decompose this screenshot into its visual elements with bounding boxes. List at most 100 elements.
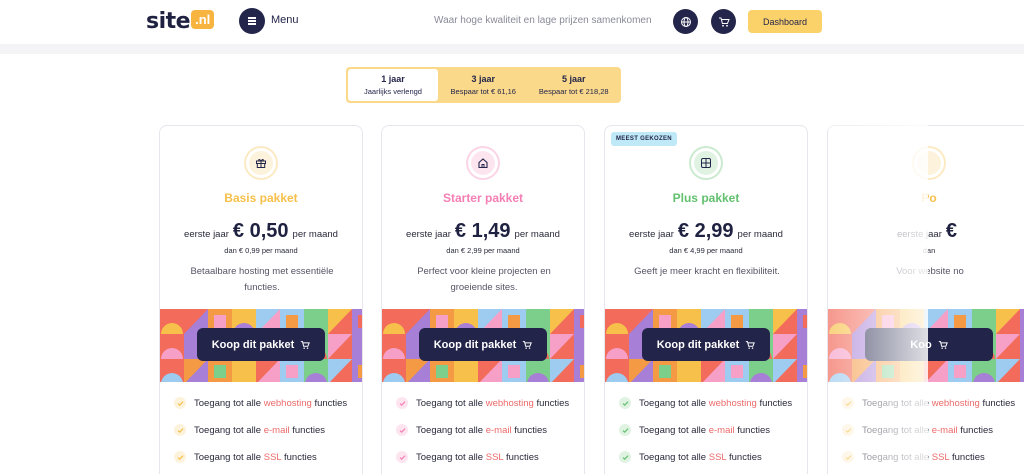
feature-text: Toegang tot alle e-mail functies bbox=[639, 423, 770, 439]
price-suffix: per maand bbox=[292, 229, 338, 240]
price-row: eerste jaar € 2,99 per maand bbox=[605, 220, 807, 243]
feature-prefix: Toegang tot alle bbox=[639, 398, 707, 409]
feature-item: Toegang tot alle webhosting functies bbox=[396, 396, 576, 412]
period-subtitle: Bespaar tot € 218,28 bbox=[538, 87, 609, 96]
check-icon bbox=[396, 397, 408, 409]
check-icon bbox=[174, 451, 186, 463]
feature-prefix: Toegang tot alle bbox=[639, 452, 707, 463]
check-icon bbox=[619, 424, 631, 436]
price-prefix: eerste jaar bbox=[184, 229, 229, 240]
feature-item: Toegang tot alle SSL functies bbox=[619, 450, 799, 466]
renewal-price: dan € 4,99 per maand bbox=[669, 246, 743, 255]
header-divider bbox=[0, 44, 1024, 54]
plan-description: Geeft je meer kracht en flexibiliteit. bbox=[634, 266, 780, 277]
menu-label[interactable]: Menu bbox=[271, 14, 299, 26]
feature-suffix: functies bbox=[951, 452, 985, 463]
feature-text: Toegang tot alle e-mail functies bbox=[194, 423, 325, 439]
logo[interactable]: site .nl bbox=[146, 8, 215, 34]
price-amount: € 2,99 bbox=[677, 220, 734, 242]
feature-prefix: Toegang tot alle bbox=[416, 425, 484, 436]
feature-suffix: functies bbox=[960, 425, 993, 436]
check-icon bbox=[396, 424, 408, 436]
logo-text: site bbox=[146, 8, 191, 34]
price-amount: € 0,50 bbox=[232, 220, 289, 242]
period-5-years[interactable]: 5 jaar Bespaar tot € 218,28 bbox=[529, 69, 620, 101]
feature-suffix: functies bbox=[737, 425, 770, 436]
check-icon bbox=[174, 397, 186, 409]
check-icon bbox=[396, 451, 408, 463]
feature-highlight[interactable]: e-mail bbox=[486, 425, 512, 436]
feature-suffix: functies bbox=[505, 452, 539, 463]
cart-button[interactable] bbox=[711, 9, 736, 34]
price-suffix: per maand bbox=[514, 229, 560, 240]
feature-highlight[interactable]: e-mail bbox=[709, 425, 735, 436]
feature-item: Toegang tot alle webhosting functies bbox=[619, 396, 799, 412]
period-toggle: 1 jaar Jaarlijks verlengd 3 jaar Bespaar… bbox=[346, 67, 621, 103]
feature-list: Toegang tot alle webhosting functies Toe… bbox=[396, 396, 576, 474]
gift-icon bbox=[249, 151, 273, 175]
cart-icon bbox=[938, 340, 948, 349]
feature-highlight[interactable]: e-mail bbox=[932, 425, 958, 436]
feature-highlight[interactable]: webhosting bbox=[264, 398, 312, 409]
feature-highlight[interactable]: webhosting bbox=[932, 398, 980, 409]
feature-highlight[interactable]: SSL bbox=[709, 452, 727, 463]
logo-suffix: .nl bbox=[191, 9, 215, 29]
site-header: site .nl Menu Waar hoge kwaliteit en lag… bbox=[0, 0, 1024, 44]
cart-icon bbox=[301, 340, 311, 349]
feature-highlight[interactable]: SSL bbox=[932, 452, 950, 463]
feature-highlight[interactable]: webhosting bbox=[486, 398, 534, 409]
check-icon bbox=[619, 451, 631, 463]
plan-description: Perfect voor kleine projecten en groeien… bbox=[417, 266, 551, 293]
feature-suffix: functies bbox=[292, 425, 325, 436]
feature-item: Toegang tot alle e-mail functies bbox=[396, 423, 576, 439]
feature-prefix: Toegang tot alle bbox=[416, 452, 484, 463]
feature-item: Toegang tot alle e-mail functies bbox=[174, 423, 354, 439]
price-prefix: eerste jaar bbox=[629, 229, 674, 240]
plan-name: Starter pakket bbox=[442, 191, 524, 205]
feature-highlight[interactable]: webhosting bbox=[709, 398, 757, 409]
carousel-fade bbox=[828, 120, 928, 474]
language-button[interactable] bbox=[673, 9, 698, 34]
feature-prefix: Toegang tot alle bbox=[639, 425, 707, 436]
buy-plan-button[interactable]: Koop dit pakket bbox=[642, 328, 770, 361]
plan-card: Starter pakket eerste jaar € 1,49 per ma… bbox=[381, 125, 585, 474]
buy-button-label: Koop dit pakket bbox=[433, 338, 517, 351]
period-3-years[interactable]: 3 jaar Bespaar tot € 61,16 bbox=[438, 69, 529, 101]
buy-plan-button[interactable]: Koop dit pakket bbox=[419, 328, 547, 361]
feature-text: Toegang tot alle e-mail functies bbox=[416, 423, 547, 439]
plan-description: Betaalbare hosting met essentiële functi… bbox=[190, 266, 334, 293]
feature-item: Toegang tot alle SSL functies bbox=[396, 450, 576, 466]
plan-name: Plus pakket bbox=[672, 191, 740, 205]
feature-suffix: functies bbox=[314, 398, 348, 409]
feature-text: Toegang tot alle webhosting functies bbox=[194, 396, 347, 412]
price-suffix: per maand bbox=[737, 229, 783, 240]
plan-name: Basis pakket bbox=[224, 191, 298, 205]
feature-text: Toegang tot alle SSL functies bbox=[194, 450, 317, 466]
period-subtitle: Jaarlijks verlengd bbox=[364, 87, 422, 96]
feature-item: Toegang tot alle SSL functies bbox=[174, 450, 354, 466]
plan-card: Basis pakket eerste jaar € 0,50 per maan… bbox=[159, 125, 363, 474]
period-title: 3 jaar bbox=[471, 74, 496, 84]
feature-text: Toegang tot alle webhosting functies bbox=[416, 396, 569, 412]
buy-button-label: Koop dit pakket bbox=[211, 338, 295, 351]
buy-plan-button[interactable]: Koop dit pakket bbox=[197, 328, 325, 361]
feature-prefix: Toegang tot alle bbox=[194, 398, 262, 409]
feature-highlight[interactable]: SSL bbox=[264, 452, 282, 463]
feature-suffix: functies bbox=[283, 452, 317, 463]
feature-highlight[interactable]: e-mail bbox=[264, 425, 290, 436]
menu-button[interactable] bbox=[239, 8, 265, 34]
feature-item: Toegang tot alle e-mail functies bbox=[619, 423, 799, 439]
feature-prefix: Toegang tot alle bbox=[194, 425, 262, 436]
hamburger-icon bbox=[248, 20, 256, 22]
dashboard-button[interactable]: Dashboard bbox=[748, 10, 822, 33]
feature-list: Toegang tot alle webhosting functies Toe… bbox=[174, 396, 354, 474]
cart-icon bbox=[746, 340, 756, 349]
period-1-year[interactable]: 1 jaar Jaarlijks verlengd bbox=[348, 69, 438, 101]
plan-icon-ring bbox=[246, 148, 276, 178]
period-title: 5 jaar bbox=[561, 74, 586, 84]
feature-highlight[interactable]: SSL bbox=[486, 452, 504, 463]
feature-text: Toegang tot alle SSL functies bbox=[416, 450, 539, 466]
feature-prefix: Toegang tot alle bbox=[416, 398, 484, 409]
plan-icon-ring bbox=[468, 148, 498, 178]
feature-text: Toegang tot alle SSL functies bbox=[639, 450, 762, 466]
